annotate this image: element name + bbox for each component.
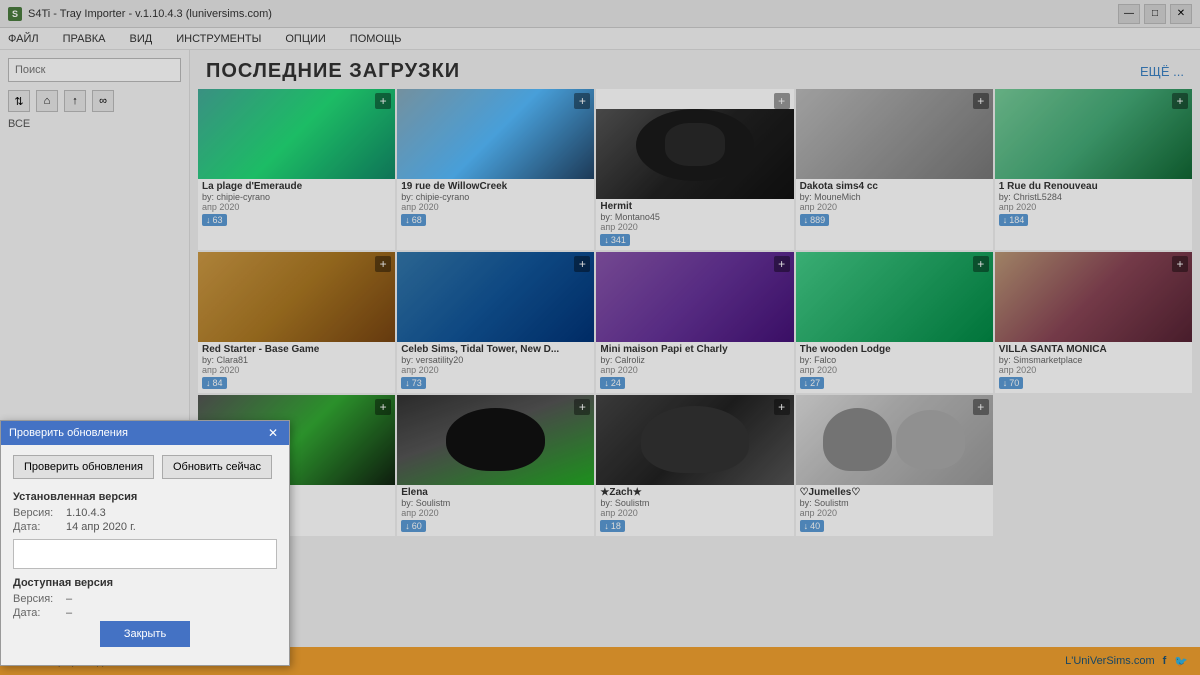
notes-area [13,539,277,569]
installed-date-value: 14 апр 2020 г. [66,521,136,533]
installed-version-row: Версия: 1.10.4.3 [13,507,277,519]
available-date-label: Дата: [13,607,58,619]
dialog-close-button[interactable]: Закрыть [100,621,190,647]
dialog-title-bar: Проверить обновления ✕ [1,421,289,445]
update-dialog: Проверить обновления ✕ Проверить обновле… [0,420,290,666]
date-label: Дата: [13,521,58,533]
update-now-button[interactable]: Обновить сейчас [162,455,272,479]
installed-version-value: 1.10.4.3 [66,507,106,519]
version-label: Версия: [13,507,58,519]
available-version-label: Версия: [13,593,58,605]
dialog-overlay: Проверить обновления ✕ Проверить обновле… [0,0,1200,675]
available-version-value: – [66,593,72,605]
dialog-close-icon-button[interactable]: ✕ [265,425,281,441]
dialog-title: Проверить обновления [9,427,128,439]
available-section-title: Доступная версия [13,577,277,589]
available-version-row: Версия: – [13,593,277,605]
available-date-row: Дата: – [13,607,277,619]
available-date-value: – [66,607,72,619]
installed-date-row: Дата: 14 апр 2020 г. [13,521,277,533]
installed-section-title: Установленная версия [13,491,277,503]
dialog-action-row: Проверить обновления Обновить сейчас [13,455,277,479]
dialog-footer: Закрыть [13,621,277,655]
dialog-content: Проверить обновления Обновить сейчас Уст… [1,445,289,665]
check-updates-button[interactable]: Проверить обновления [13,455,154,479]
